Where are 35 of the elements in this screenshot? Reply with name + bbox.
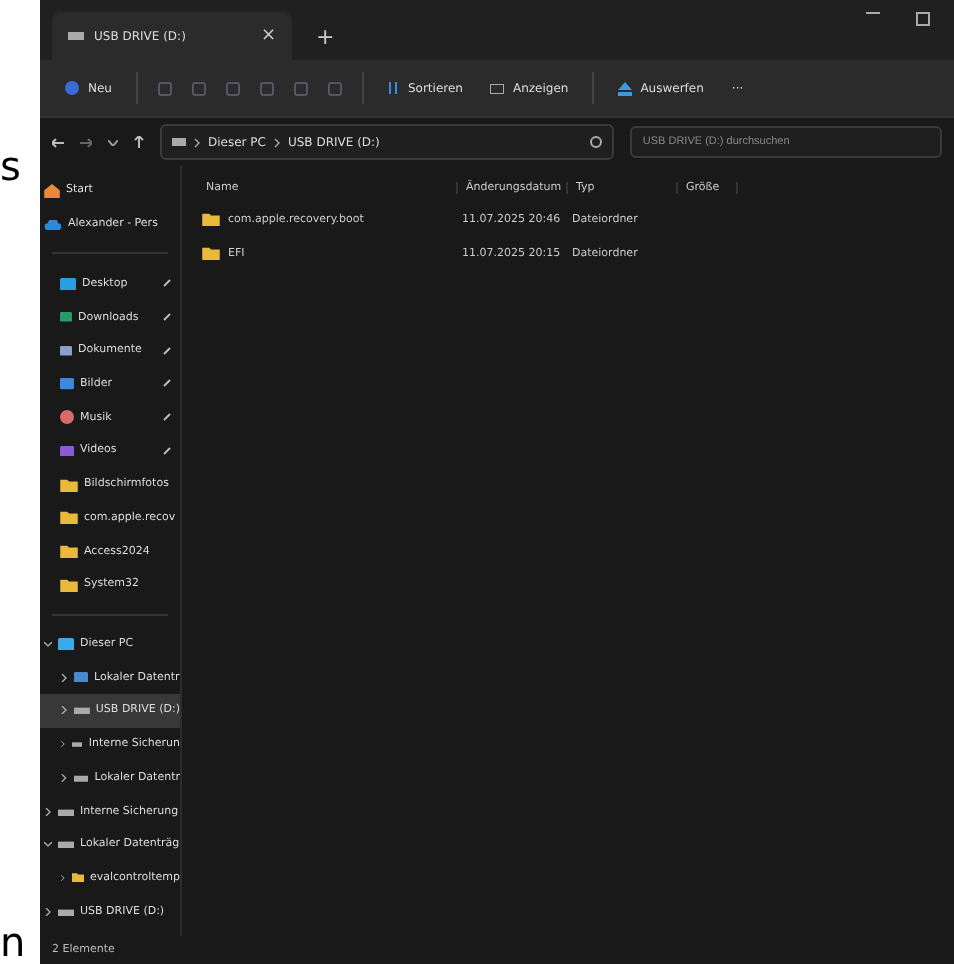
forward-icon[interactable] (80, 137, 92, 147)
folder-icon (202, 246, 220, 260)
drive-icon (58, 907, 74, 916)
close-tab[interactable]: × (260, 26, 276, 46)
chevron-icon[interactable] (44, 840, 52, 849)
new-tab-button[interactable]: + (316, 24, 335, 50)
drive-icon (172, 138, 186, 146)
partial-text: n (0, 920, 28, 964)
chevron-icon[interactable] (44, 639, 52, 648)
up-icon[interactable] (134, 136, 144, 148)
folder-icon (202, 212, 220, 226)
partial-text: s (0, 144, 23, 188)
chevron-icon[interactable] (108, 139, 118, 145)
drive-icon (73, 706, 90, 715)
home-icon (44, 183, 60, 198)
drive-icon (68, 32, 84, 40)
chevron-icon[interactable] (60, 873, 66, 882)
eject-icon (618, 81, 633, 95)
chevron-icon (273, 137, 280, 147)
chevron-icon[interactable] (60, 740, 66, 749)
drive-icon (58, 840, 74, 849)
minimize-icon[interactable] (866, 11, 880, 13)
chevron-icon (194, 137, 200, 147)
chevron-icon[interactable] (60, 773, 68, 782)
back-icon[interactable] (52, 137, 64, 147)
drive-icon (71, 740, 83, 749)
folder-icon (71, 870, 84, 885)
chevron-icon[interactable] (60, 673, 68, 682)
drive-icon (73, 773, 89, 782)
chevron-icon[interactable] (44, 807, 52, 816)
chevron-icon[interactable] (60, 706, 68, 715)
maximize-icon[interactable] (916, 11, 930, 25)
drive-icon (58, 807, 74, 816)
chevron-icon[interactable] (44, 907, 52, 916)
cloud-icon (44, 219, 62, 230)
